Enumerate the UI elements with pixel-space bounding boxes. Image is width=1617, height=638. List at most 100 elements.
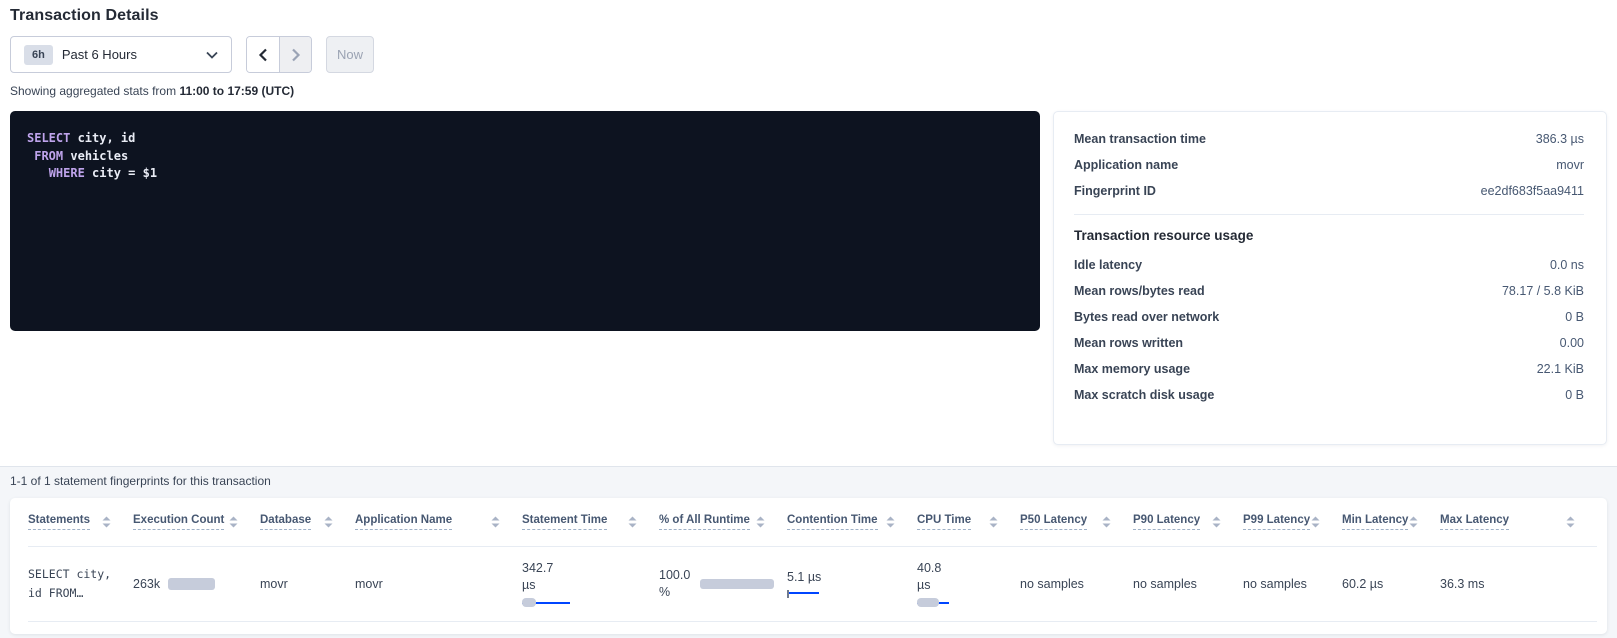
pct-runtime-cell: 100.0 % <box>659 546 787 621</box>
statement-fingerprints-count: 1-1 of 1 statement fingerprints for this… <box>10 474 1607 488</box>
statement-cell[interactable]: SELECT city, id FROM… <box>28 546 133 621</box>
contention-time-bar-chart <box>787 590 819 599</box>
column-header-statement-time[interactable]: Statement Time <box>522 498 659 546</box>
aggregated-stats-line: Showing aggregated stats from 11:00 to 1… <box>10 84 1607 98</box>
resource-row-bytes-read-over-network: Bytes read over network 0 B <box>1074 304 1584 330</box>
now-button[interactable]: Now <box>326 36 374 73</box>
summary-label: Mean transaction time <box>1074 132 1206 146</box>
chevron-down-icon <box>206 51 218 59</box>
sort-icon[interactable] <box>491 516 500 528</box>
sort-icon[interactable] <box>324 516 333 528</box>
summary-value: ee2df683f5aa9411 <box>1481 184 1584 198</box>
cpu-time-unit: µs <box>917 577 1008 594</box>
resource-value: 0.00 <box>1560 336 1584 350</box>
column-header-database[interactable]: Database <box>260 498 355 546</box>
application-name-cell: movr <box>355 546 522 621</box>
resource-row-mean-rows-bytes-read: Mean rows/bytes read 78.17 / 5.8 KiB <box>1074 278 1584 304</box>
resource-value: 22.1 KiB <box>1537 362 1584 376</box>
summary-value: movr <box>1556 158 1584 172</box>
transaction-summary-card: Mean transaction time 386.3 µs Applicati… <box>1053 111 1607 445</box>
execution-count-cell: 263k <box>133 546 260 621</box>
resource-row-max-memory-usage: Max memory usage 22.1 KiB <box>1074 356 1584 382</box>
time-range-dropdown[interactable]: 6h Past 6 Hours <box>10 36 232 73</box>
resource-value: 0.0 ns <box>1550 258 1584 272</box>
statements-table: Statements Execution Count Database Appl… <box>28 498 1597 622</box>
p90-latency-cell: no samples <box>1133 546 1243 621</box>
prev-time-button[interactable] <box>247 37 279 72</box>
sort-icon[interactable] <box>989 516 998 528</box>
sort-icon[interactable] <box>1212 516 1221 528</box>
cpu-time-cell: 40.8 µs <box>917 546 1020 621</box>
sort-icon[interactable] <box>1409 516 1418 528</box>
column-header-pct-of-all-runtime[interactable]: % of All Runtime <box>659 498 787 546</box>
column-header-p50-latency[interactable]: P50 Latency <box>1020 498 1133 546</box>
statement-link-line1[interactable]: SELECT city, <box>28 565 121 584</box>
column-header-application-name[interactable]: Application Name <box>355 498 522 546</box>
column-header-contention-time[interactable]: Contention Time <box>787 498 917 546</box>
page-title: Transaction Details <box>10 0 1607 25</box>
execution-count-value: 263k <box>133 577 160 591</box>
resource-label: Bytes read over network <box>1074 310 1219 324</box>
transaction-details-page: Transaction Details 6h Past 6 Hours Now … <box>0 0 1617 466</box>
cpu-time-bar-chart <box>917 598 949 607</box>
contention-time-value: 5.1 µs <box>787 569 905 586</box>
resource-label: Mean rows written <box>1074 336 1183 350</box>
summary-divider <box>1074 214 1584 215</box>
resource-value: 78.17 / 5.8 KiB <box>1502 284 1584 298</box>
sort-icon[interactable] <box>886 516 895 528</box>
summary-value: 386.3 µs <box>1536 132 1584 146</box>
contention-time-cell: 5.1 µs <box>787 546 917 621</box>
column-header-p90-latency[interactable]: P90 Latency <box>1133 498 1243 546</box>
sort-icon[interactable] <box>102 516 111 528</box>
time-toolbar: 6h Past 6 Hours Now <box>10 36 1607 73</box>
execution-count-bar <box>168 578 215 590</box>
table-header-row: Statements Execution Count Database Appl… <box>28 498 1597 546</box>
sort-icon[interactable] <box>1311 516 1320 528</box>
pct-runtime-bar <box>700 579 774 589</box>
time-nav-group <box>246 36 312 73</box>
statement-row: SELECT city, id FROM… 263k movr movr <box>28 546 1597 621</box>
sort-icon[interactable] <box>1566 516 1575 528</box>
statement-time-unit: µs <box>522 577 647 594</box>
resource-usage-heading: Transaction resource usage <box>1074 228 1584 243</box>
column-header-min-latency[interactable]: Min Latency <box>1342 498 1440 546</box>
sort-icon[interactable] <box>756 516 765 528</box>
stats-range: 11:00 to 17:59 (UTC) <box>179 84 294 98</box>
summary-row-mean-transaction-time: Mean transaction time 386.3 µs <box>1074 126 1584 152</box>
max-latency-cell: 36.3 ms <box>1440 546 1597 621</box>
summary-label: Fingerprint ID <box>1074 184 1156 198</box>
sql-statement-box: SELECT city, id FROM vehicles WHERE city… <box>10 111 1040 331</box>
resource-value: 0 B <box>1565 388 1584 402</box>
statements-table-card: Statements Execution Count Database Appl… <box>10 498 1607 634</box>
statement-time-bar-chart <box>522 598 570 607</box>
stats-prefix: Showing aggregated stats from <box>10 84 179 98</box>
resource-row-idle-latency: Idle latency 0.0 ns <box>1074 252 1584 278</box>
cpu-time-value: 40.8 <box>917 560 1008 577</box>
column-header-cpu-time[interactable]: CPU Time <box>917 498 1020 546</box>
statement-time-cell: 342.7 µs <box>522 546 659 621</box>
statement-time-value: 342.7 <box>522 560 647 577</box>
main-content-row: SELECT city, id FROM vehicles WHERE city… <box>10 111 1607 445</box>
sort-icon[interactable] <box>229 516 238 528</box>
resource-row-max-scratch-disk-usage: Max scratch disk usage 0 B <box>1074 382 1584 408</box>
resource-label: Max memory usage <box>1074 362 1190 376</box>
resource-label: Mean rows/bytes read <box>1074 284 1205 298</box>
column-header-execution-count[interactable]: Execution Count <box>133 498 260 546</box>
pct-runtime-unit: % <box>659 584 690 601</box>
p50-latency-cell: no samples <box>1020 546 1133 621</box>
next-time-button[interactable] <box>279 37 311 72</box>
statement-link-line2[interactable]: id FROM… <box>28 584 121 603</box>
sort-icon[interactable] <box>628 516 637 528</box>
pct-runtime-value: 100.0 <box>659 567 690 584</box>
database-cell: movr <box>260 546 355 621</box>
resource-label: Max scratch disk usage <box>1074 388 1214 402</box>
column-header-p99-latency[interactable]: P99 Latency <box>1243 498 1342 546</box>
resource-value: 0 B <box>1565 310 1584 324</box>
sort-icon[interactable] <box>1102 516 1111 528</box>
column-header-max-latency[interactable]: Max Latency <box>1440 498 1597 546</box>
summary-row-application-name: Application name movr <box>1074 152 1584 178</box>
time-range-badge: 6h <box>24 45 53 65</box>
column-header-statements[interactable]: Statements <box>28 498 133 546</box>
summary-row-fingerprint-id: Fingerprint ID ee2df683f5aa9411 <box>1074 178 1584 204</box>
sql-statement-text: SELECT city, id FROM vehicles WHERE city… <box>27 130 1024 183</box>
